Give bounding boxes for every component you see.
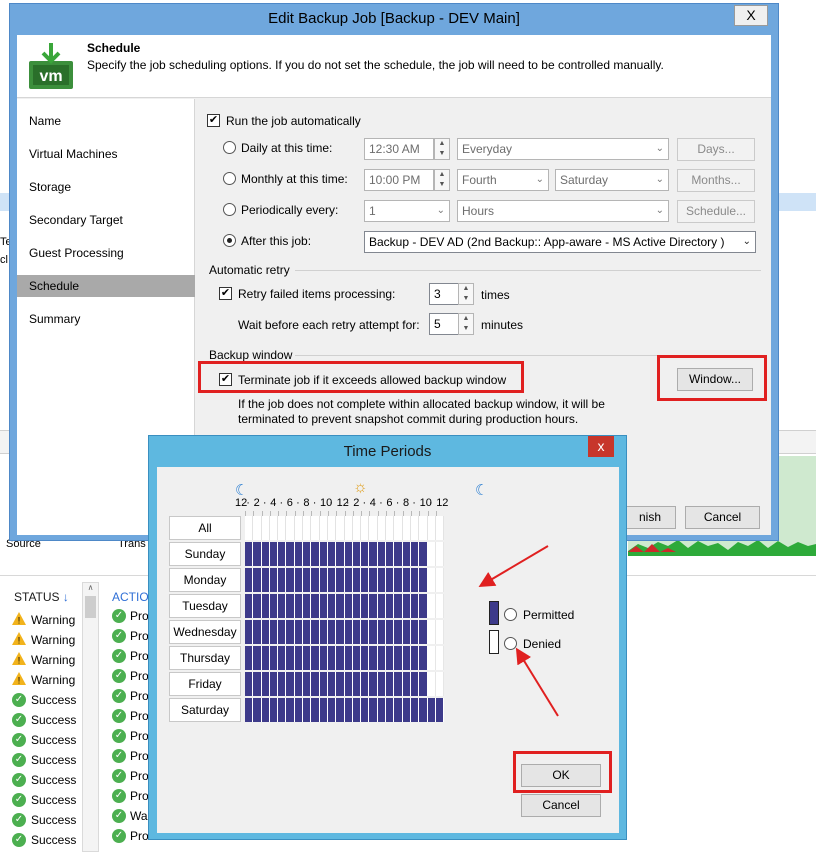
arrow-to-grid (478, 545, 549, 588)
arrow-to-denied (515, 647, 559, 717)
annotation-arrows (478, 545, 559, 717)
